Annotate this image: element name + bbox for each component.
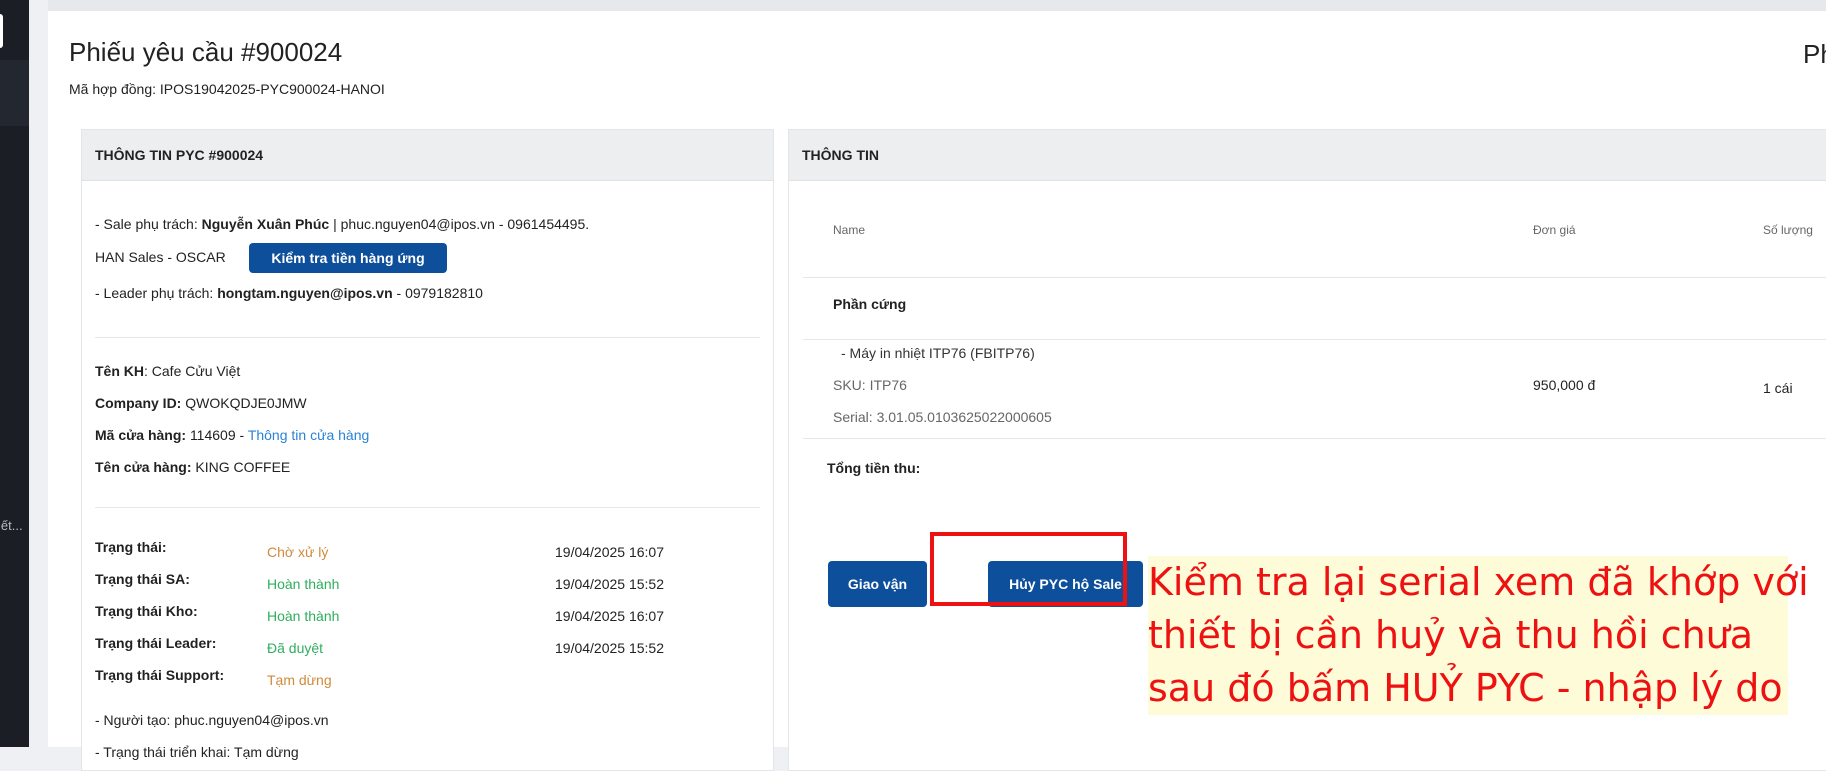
- status-label: Trạng thái:: [95, 539, 167, 555]
- contract-label: Mã hợp đồng:: [69, 81, 157, 97]
- sale-line: - Sale phụ trách: Nguyễn Xuân Phúc | phu…: [95, 216, 589, 232]
- status-label: Trạng thái Support:: [95, 667, 225, 683]
- sale-contact: | phuc.nguyen04@ipos.vn - 0961454495.: [333, 216, 590, 232]
- store-name-line: Tên cửa hàng: KING COFFEE: [95, 459, 290, 475]
- total-label: Tổng tiền thu:: [827, 460, 921, 476]
- status-time: 19/04/2025 15:52: [555, 640, 664, 656]
- status-value: Tạm dừng: [267, 672, 332, 688]
- shipping-button[interactable]: Giao vận: [828, 561, 927, 607]
- leader-phone: - 0979182810: [396, 285, 483, 301]
- sale-name: Nguyễn Xuân Phúc: [201, 216, 330, 232]
- col-price-header: Đơn giá: [1533, 223, 1576, 237]
- item-sku: SKU: ITP76: [833, 377, 907, 393]
- top-bar: [48, 0, 1826, 11]
- status-label: Trạng thái Leader:: [95, 635, 217, 651]
- sidebar: iết...: [0, 0, 29, 747]
- divider: [803, 438, 1826, 439]
- item-name: - Máy in nhiệt ITP76 (FBITP76): [841, 345, 1035, 361]
- annotation-note: Kiểm tra lại serial xem đã khớp với thiế…: [1148, 556, 1809, 715]
- annotation-line: thiết bị cần huỷ và thu hồi chưa: [1148, 613, 1754, 657]
- leader-prefix: - Leader phụ trách:: [95, 285, 214, 301]
- store-code-value: 114609 -: [189, 427, 245, 443]
- status-time: 19/04/2025 15:52: [555, 576, 664, 592]
- contract-code: Mã hợp đồng: IPOS19042025-PYC900024-HANO…: [69, 81, 385, 97]
- item-qty: 1 cái: [1763, 380, 1793, 396]
- check-advance-button[interactable]: Kiểm tra tiền hàng ứng: [249, 243, 447, 273]
- status-label: Trạng thái Kho:: [95, 603, 198, 619]
- sale-prefix: - Sale phụ trách:: [95, 216, 198, 232]
- divider: [95, 337, 760, 338]
- item-serial: Serial: 3.01.05.0103625022000605: [833, 409, 1052, 425]
- status-time: 19/04/2025 16:07: [555, 544, 664, 560]
- status-value: Chờ xử lý: [267, 544, 329, 560]
- store-code-label: Mã cửa hàng:: [95, 427, 187, 443]
- item-price: 950,000 đ: [1533, 377, 1596, 393]
- group-label: Phần cứng: [833, 296, 907, 312]
- sidebar-active-indicator[interactable]: [0, 14, 3, 48]
- deploy-status-line: - Trạng thái triển khai: Tạm dừng: [95, 744, 299, 760]
- request-info-card: THÔNG TIN PYC #900024 - Sale phụ trách: …: [81, 129, 774, 771]
- creator-line: - Người tạo: phuc.nguyen04@ipos.vn: [95, 712, 329, 728]
- leader-email: hongtam.nguyen@ipos.vn: [217, 285, 393, 301]
- store-name-label: Tên cửa hàng:: [95, 459, 192, 475]
- page-title: Phiếu yêu cầu #900024: [69, 37, 343, 67]
- company-label: Company ID:: [95, 395, 182, 411]
- company-line: Company ID: QWOKQDJE0JMW: [95, 395, 307, 411]
- contract-value: IPOS19042025-PYC900024-HANOI: [159, 81, 385, 97]
- store-name-value: KING COFFEE: [195, 459, 291, 475]
- gutter: [29, 0, 48, 747]
- status-value: Hoàn thành: [267, 608, 340, 624]
- status-label: Trạng thái SA:: [95, 571, 190, 587]
- highlight-box: [930, 532, 1127, 606]
- sidebar-item[interactable]: [0, 60, 29, 126]
- status-time: 19/04/2025 16:07: [555, 608, 664, 624]
- col-qty-header: Số lượng: [1763, 223, 1813, 237]
- customer-label: Tên KH: [95, 363, 144, 379]
- annotation-line: Kiểm tra lại serial xem đã khớp với: [1148, 560, 1809, 604]
- col-name-header: Name: [833, 223, 866, 237]
- page-title-right: Ph: [1803, 39, 1826, 69]
- divider: [803, 339, 1826, 340]
- request-info-header: THÔNG TIN PYC #900024: [82, 130, 773, 181]
- info-header: THÔNG TIN: [789, 130, 1826, 181]
- customer-line: Tên KH: Cafe Cửu Việt: [95, 363, 240, 379]
- store-info-link[interactable]: Thông tin cửa hàng: [248, 427, 369, 443]
- store-code-line: Mã cửa hàng: 114609 - Thông tin cửa hàng: [95, 427, 369, 443]
- customer-value: : Cafe Cửu Việt: [144, 363, 241, 379]
- status-value: Đã duyệt: [267, 640, 324, 656]
- annotation-line: sau đó bấm HUỶ PYC - nhập lý do: [1148, 666, 1783, 710]
- divider: [95, 507, 760, 508]
- divider: [803, 277, 1826, 278]
- company-value: QWOKQDJE0JMW: [185, 395, 307, 411]
- leader-line: - Leader phụ trách: hongtam.nguyen@ipos.…: [95, 285, 483, 301]
- team-label: HAN Sales - OSCAR: [95, 249, 226, 265]
- sidebar-item-label[interactable]: iết...: [0, 518, 27, 533]
- status-value: Hoàn thành: [267, 576, 340, 592]
